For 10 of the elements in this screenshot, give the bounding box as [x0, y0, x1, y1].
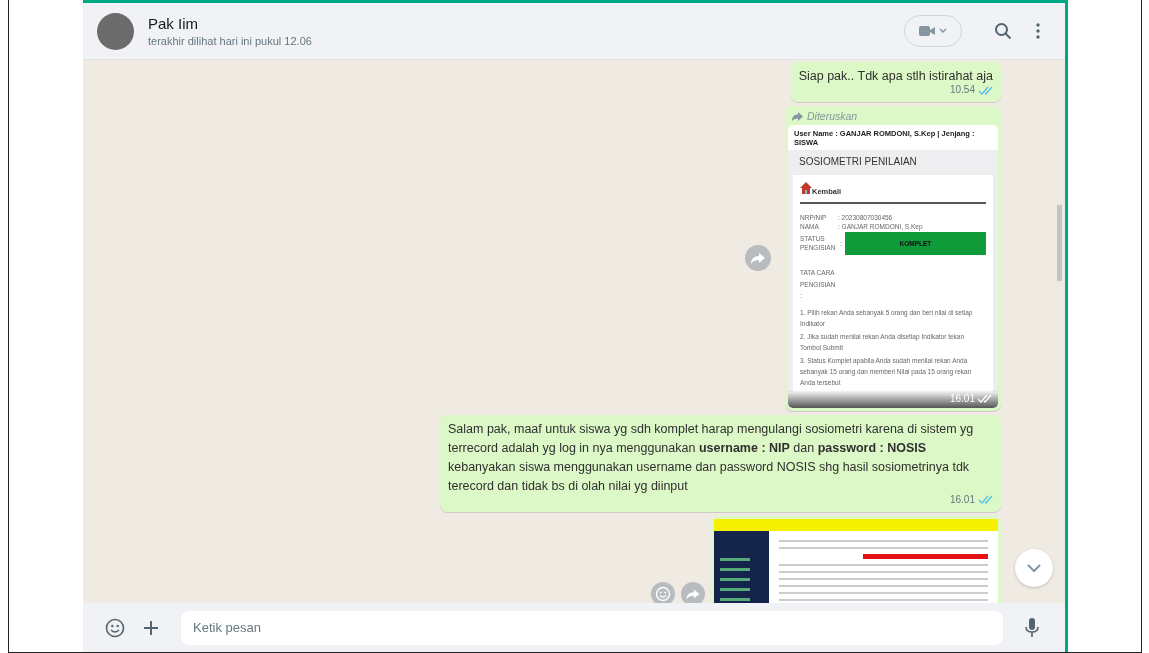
forwarded-label: Diteruskan: [807, 110, 858, 122]
message-text: Siap pak.. Tdk apa stlh istirahat aja: [798, 68, 993, 85]
contact-name[interactable]: Pak Iim: [148, 15, 890, 32]
page-title: SOSIOMETRI PENILAIAN: [798, 155, 918, 169]
message-time: 16.01: [949, 393, 975, 404]
message-text: Salam pak, maaf untuk siswa yg sdh komplet harap mengulangi sosiometri karena di sistem yg terrecord adalah yg log in nya menggunakan username : NIP dan password : NOSIS kebanyakan siswa menggunakan username dan password NOSIS shg hasil sosiometrinya tdk terecord dan tidak bs di olah nilai yg diinput: [448, 420, 975, 495]
message-time: 16.01: [949, 493, 975, 506]
message-input[interactable]: Ketik pesan: [181, 610, 1003, 645]
message-time: 10.54: [949, 84, 975, 96]
last-seen-status: terakhir dilihat hari ini pukul 12.06: [148, 35, 313, 47]
